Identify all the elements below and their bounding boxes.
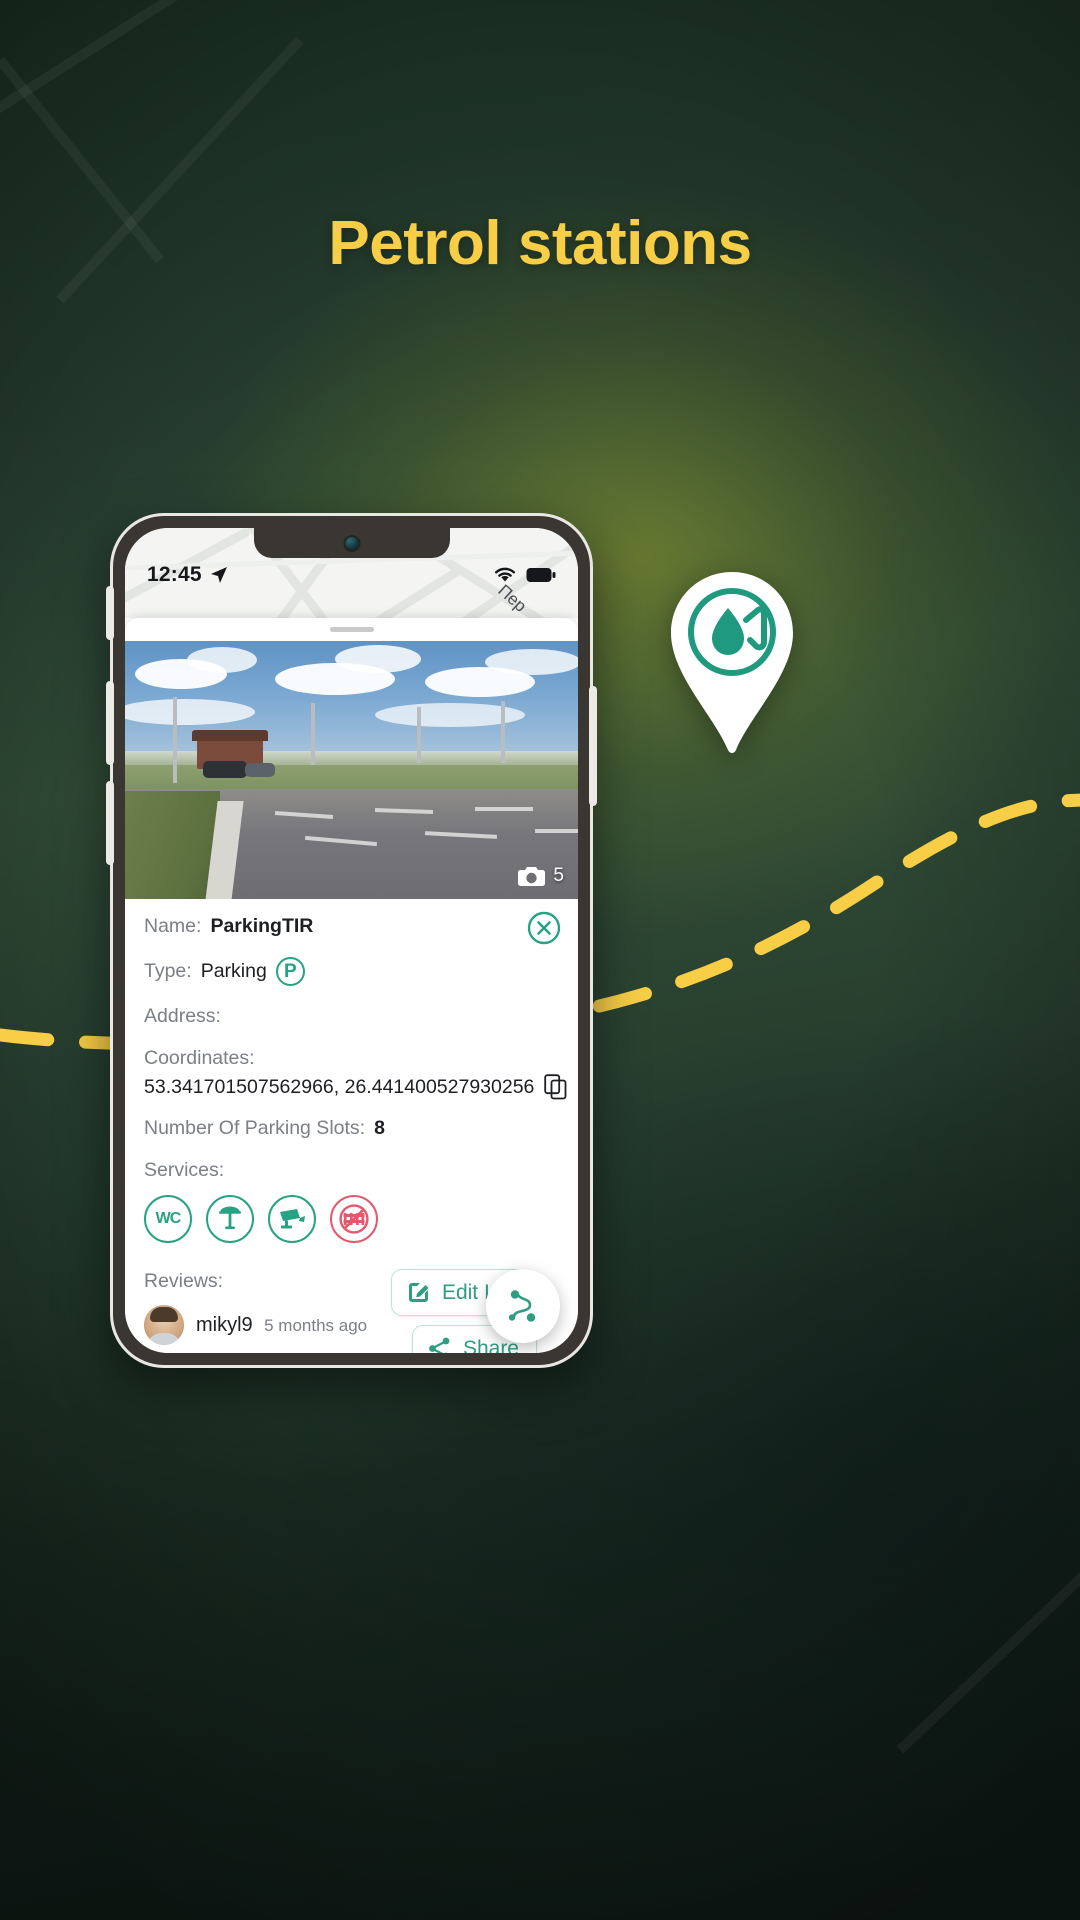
avatar-shoulders [146, 1333, 182, 1345]
phone-button-volume-down[interactable] [106, 781, 114, 865]
slots-value: 8 [374, 1117, 385, 1139]
route-icon [508, 1290, 536, 1322]
info-row-services-label: Services: [144, 1159, 559, 1182]
cloud [187, 647, 257, 673]
photo-car [203, 761, 247, 778]
services-list: WC [144, 1195, 559, 1243]
service-wc-icon[interactable]: WC [144, 1195, 192, 1243]
phone-button-volume-up[interactable] [106, 681, 114, 765]
page-title: Petrol stations [328, 209, 752, 278]
battery-full-icon [526, 568, 556, 582]
front-camera-icon [343, 535, 360, 552]
info-row-slots: Number Of Parking Slots: 8 [144, 1117, 559, 1140]
review-author: mikyl9 [196, 1313, 253, 1336]
map-pin-petrol[interactable] [668, 570, 796, 756]
avatar [144, 1305, 184, 1345]
place-detail-sheet: 5 Name: ParkingTIR Type: Parking P Addre… [125, 618, 578, 1353]
sheet-grabber[interactable] [329, 627, 374, 632]
place-photo[interactable]: 5 [125, 641, 578, 899]
service-street-lamp-icon[interactable] [206, 1195, 254, 1243]
info-row-address: Address: [144, 1005, 559, 1028]
photo-field [125, 765, 578, 791]
photo-count-value: 5 [553, 865, 564, 886]
photo-car [245, 763, 275, 777]
name-value: ParkingTIR [210, 915, 314, 937]
cloud [335, 645, 421, 673]
close-button[interactable] [527, 911, 561, 945]
type-value: Parking [200, 960, 267, 982]
status-clock: 12:45 [147, 563, 202, 586]
phone-screen: Пер 12:45 5 Name: ParkingTIR Type: Parki… [125, 528, 578, 1353]
no-barrier-icon [339, 1204, 369, 1234]
phone-mockup: Пер 12:45 5 Name: ParkingTIR Type: Parki… [106, 513, 597, 1368]
phone-button-power[interactable] [589, 686, 597, 806]
info-row-coordinates-label: Coordinates: [144, 1047, 559, 1070]
route-fab-button[interactable] [486, 1269, 560, 1343]
photo-pole [501, 701, 505, 763]
info-row-name: Name: ParkingTIR [144, 915, 559, 938]
photo-pole [311, 703, 315, 765]
review-time: 5 months ago [264, 1315, 368, 1335]
copy-icon[interactable] [544, 1074, 568, 1100]
street-lamp-icon [219, 1206, 241, 1230]
pin-shape [671, 572, 793, 753]
info-row-coordinates-value: 53.341701507562966, 26.441400527930256 [144, 1074, 567, 1100]
cctv-camera-icon [280, 1209, 305, 1229]
coordinates-label: Coordinates: [144, 1047, 255, 1069]
photo-road-line [475, 807, 533, 811]
coordinates-value: 53.341701507562966, 26.441400527930256 [144, 1075, 535, 1098]
service-no-barrier-icon[interactable] [330, 1195, 378, 1243]
name-label: Name: [144, 915, 202, 937]
info-row-type: Type: Parking P [144, 957, 559, 986]
type-label: Type: [144, 960, 192, 982]
wifi-icon [495, 567, 515, 582]
address-label: Address: [144, 1005, 221, 1027]
photo-road-line [535, 829, 578, 833]
photo-grass [125, 791, 220, 899]
close-circle-icon [527, 911, 561, 945]
camera-icon [518, 867, 546, 886]
location-arrow-icon [210, 567, 227, 583]
wc-label: WC [155, 1210, 182, 1227]
slots-label: Number Of Parking Slots: [144, 1117, 366, 1139]
photo-count-badge: 5 [518, 865, 564, 887]
cloud [485, 649, 578, 675]
parking-badge-icon: P [275, 957, 305, 986]
phone-button-mute[interactable] [106, 586, 114, 640]
status-bar: 12:45 [125, 556, 578, 594]
avatar-hair [150, 1307, 178, 1322]
photo-pole [417, 707, 421, 763]
photo-pole [173, 697, 177, 783]
service-cctv-camera-icon[interactable] [268, 1195, 316, 1243]
services-label: Services: [144, 1159, 225, 1181]
